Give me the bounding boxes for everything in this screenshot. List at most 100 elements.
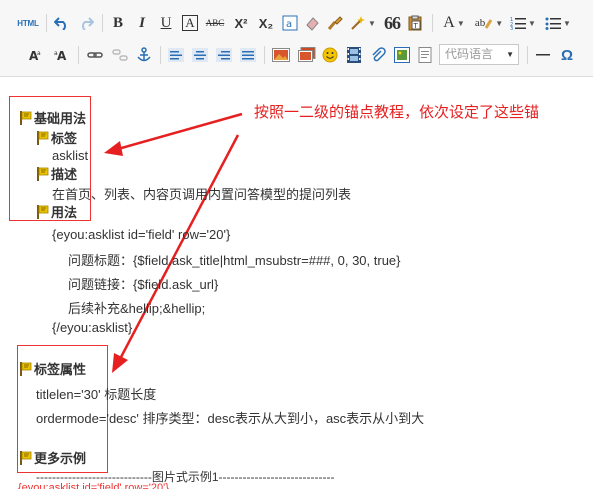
link-icon — [87, 52, 103, 58]
format-painter-button[interactable] — [324, 10, 346, 36]
attr-ordermode: ordermode='desc' 排序类型：desc表示从大到小，asc表示从小… — [36, 411, 425, 426]
insert-frame-button[interactable] — [392, 42, 412, 68]
special-char-button[interactable]: Ω — [557, 42, 577, 68]
eraser-button[interactable] — [302, 10, 322, 36]
annotation-note: 按照一二级的锚点教程，依次设定了这些锚 — [254, 104, 540, 121]
toolbar-separator — [46, 14, 47, 32]
tag-value: asklist — [52, 148, 89, 163]
anchor-heading-more: 更多示例 — [20, 448, 86, 467]
arrow-line-1 — [117, 112, 243, 151]
toolbar-row-2: Aa Aa 代码语言 ▼ Ω — [0, 42, 593, 72]
font-border-button[interactable]: A — [180, 10, 200, 36]
anchor-marker-icon — [20, 110, 33, 125]
direction-ltr-button[interactable]: Aa — [26, 42, 46, 68]
anchor-marker-icon — [37, 166, 50, 181]
align-justify-button[interactable] — [238, 42, 258, 68]
magic-wand-icon — [351, 16, 366, 30]
emotion-button[interactable] — [320, 42, 340, 68]
underline-button[interactable]: U — [156, 10, 176, 36]
multi-image-button[interactable] — [296, 42, 318, 68]
editor-toolbar: HTML B I U A ABC X² X₂ a ▼ 66 T A ▼ ab ▼… — [0, 0, 593, 77]
redo-icon — [82, 17, 94, 30]
document-icon — [418, 47, 432, 63]
undo-icon — [54, 17, 66, 30]
code-line-close: {/eyou:asklist} — [52, 320, 133, 335]
strikethrough-button[interactable]: ABC — [204, 10, 226, 36]
toolbar-separator — [527, 46, 528, 64]
html-source-button[interactable]: HTML — [14, 10, 42, 36]
toolbar-separator — [264, 46, 265, 64]
brush-icon — [327, 16, 343, 30]
unordered-list-icon — [545, 17, 562, 30]
anchor-marker-icon — [20, 361, 33, 376]
blockquote-button[interactable]: 66 — [382, 10, 402, 36]
code-line-title: 问题标题：{$field.ask_title|html_msubstr=###,… — [68, 253, 401, 268]
insert-video-button[interactable] — [344, 42, 364, 68]
highlighter-icon — [485, 19, 493, 29]
horizontal-rule-button[interactable] — [533, 42, 553, 68]
anchor-button[interactable] — [134, 42, 154, 68]
paperclip-icon — [372, 47, 386, 62]
align-left-icon — [168, 48, 184, 62]
ordered-list-button[interactable]: 123 ▼ — [508, 10, 538, 36]
arrow-line-2 — [118, 134, 240, 360]
align-left-button[interactable] — [166, 42, 186, 68]
bold-button[interactable]: B — [108, 10, 128, 36]
attr-titlelen: titlelen='30' 标题长度 — [36, 387, 157, 402]
unlink-button[interactable] — [110, 42, 130, 68]
align-center-button[interactable] — [190, 42, 210, 68]
unlink-icon — [112, 49, 128, 61]
magic-wand-button[interactable]: ▼ — [350, 10, 376, 36]
highlight-button[interactable]: ab ▼ — [474, 10, 504, 36]
template-button[interactable] — [415, 42, 435, 68]
multi-image-icon — [298, 47, 316, 62]
anchor-heading-basic: 基础用法 — [20, 108, 86, 127]
unordered-list-button[interactable]: ▼ — [542, 10, 574, 36]
subscript-button[interactable]: X₂ — [255, 10, 277, 36]
auto-format-icon: a — [282, 15, 298, 31]
arrow-head-1 — [104, 141, 123, 156]
code-line-open: {eyou:asklist id='field' row='20'} — [52, 227, 231, 242]
anchor-heading-attrs: 标签属性 — [20, 359, 86, 378]
align-right-button[interactable] — [214, 42, 234, 68]
frame-icon — [394, 47, 410, 63]
editor-content[interactable]: 按照一二级的锚点教程，依次设定了这些锚 基础用法 标签 asklist 描述 在… — [0, 77, 593, 489]
direction-rtl-button[interactable]: Aa — [52, 42, 72, 68]
font-color-button[interactable]: A ▼ — [440, 10, 468, 36]
ltr-icon: Aa — [29, 49, 41, 63]
toolbar-separator — [160, 46, 161, 64]
eraser-icon — [306, 17, 319, 31]
insert-image-button[interactable] — [270, 42, 292, 68]
svg-text:a: a — [286, 19, 292, 30]
link-button[interactable] — [85, 42, 105, 68]
chevron-down-icon: ▼ — [506, 50, 514, 59]
code-language-select[interactable]: 代码语言 ▼ — [439, 44, 519, 65]
redo-button[interactable] — [76, 10, 96, 36]
svg-text:3: 3 — [510, 26, 513, 30]
code-line-url: 问题链接：{$field.ask_url} — [68, 277, 219, 292]
anchor-marker-icon — [20, 450, 33, 465]
anchor-icon — [137, 47, 151, 62]
italic-button[interactable]: I — [132, 10, 152, 36]
anchor-marker-icon — [37, 130, 50, 145]
toolbar-row-1: HTML B I U A ABC X² X₂ a ▼ 66 T A ▼ ab ▼… — [0, 10, 593, 40]
svg-text:a: a — [37, 50, 41, 57]
svg-text:a: a — [54, 50, 58, 57]
superscript-button[interactable]: X² — [230, 10, 252, 36]
film-icon — [347, 47, 361, 63]
align-right-icon — [216, 48, 232, 62]
auto-format-button[interactable]: a — [280, 10, 300, 36]
undo-button[interactable] — [52, 10, 72, 36]
code-line-more: 后续补充&hellip;&hellip; — [68, 301, 206, 316]
attachment-button[interactable] — [368, 42, 388, 68]
toolbar-separator — [78, 46, 79, 64]
smiley-icon — [322, 47, 338, 63]
rtl-icon: Aa — [54, 49, 67, 63]
svg-text:T: T — [413, 22, 419, 30]
paste-text-button[interactable]: T — [405, 10, 425, 36]
toolbar-separator — [432, 14, 433, 32]
horizontal-rule-icon — [536, 54, 550, 56]
svg-text:A: A — [57, 49, 67, 63]
anchor-heading-usage: 用法 — [37, 202, 77, 221]
ordered-list-icon: 123 — [510, 17, 527, 30]
